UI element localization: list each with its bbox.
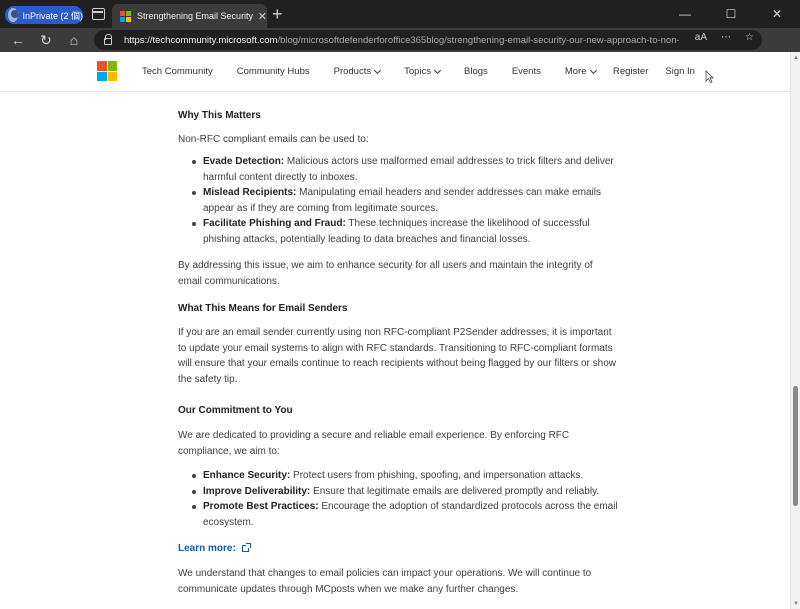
sign-in-link[interactable]: Sign In [665, 66, 695, 77]
site-nav: Tech Community Community Hubs Products T… [142, 66, 620, 77]
list-commitment: Enhance Security: Protect users from phi… [192, 468, 622, 530]
account-links: Register Sign In [613, 66, 712, 77]
nav-events[interactable]: Events [512, 66, 541, 77]
list-item: Mislead Recipients: Manipulating email h… [192, 185, 622, 216]
close-window-button[interactable]: ✕ [754, 0, 800, 28]
inprivate-profile-button[interactable]: InPrivate (2 個) [5, 6, 83, 24]
new-tab-button[interactable]: + [272, 4, 283, 24]
section-heading-commitment: Our Commitment to You [178, 405, 293, 416]
tab-actions-icon[interactable] [92, 8, 105, 20]
mouse-cursor-icon [705, 70, 714, 83]
page-scrollbar[interactable]: ▲ ▼ [790, 52, 800, 609]
address-toolbar: ← ↻ ⌂ https://techcommunity.microsoft.co… [0, 28, 800, 52]
address-bar-actions: aA ⋯ ☆ [695, 32, 754, 43]
learn-more-link[interactable]: Learn more: [178, 541, 251, 557]
nav-more[interactable]: More [565, 66, 597, 77]
url-text[interactable]: https://techcommunity.microsoft.com/blog… [124, 35, 679, 46]
microsoft-favicon-icon [120, 10, 131, 22]
refresh-icon[interactable]: ↻ [36, 31, 56, 49]
list-item: Improve Deliverability: Ensure that legi… [192, 484, 622, 500]
web-page: Tech Community Community Hubs Products T… [0, 52, 790, 609]
browser-tab-bar: InPrivate (2 個) Strengthening Email Secu… [0, 0, 800, 28]
home-icon[interactable]: ⌂ [64, 31, 84, 49]
paragraph-senders: If you are an email sender currently usi… [178, 327, 617, 385]
browser-tab-active[interactable]: Strengthening Email Security: Ou ✕ [112, 4, 267, 28]
list-item: Facilitate Phishing and Fraud: These tec… [192, 216, 622, 247]
tab-title: Strengthening Email Security: Ou [137, 11, 253, 21]
list-item: Promote Best Practices: Encourage the ad… [192, 499, 622, 530]
lock-icon [104, 34, 112, 45]
chevron-down-icon [434, 66, 442, 74]
read-aloud-icon[interactable]: aA [695, 32, 707, 43]
section-heading-senders: What This Means for Email Senders [178, 303, 348, 314]
profile-label: InPrivate (2 個) [22, 10, 83, 21]
maximize-button[interactable]: ☐ [708, 0, 754, 28]
microsoft-logo-icon[interactable] [97, 61, 117, 81]
profile-avatar-icon [8, 8, 19, 22]
paragraph-closing: We understand that changes to email poli… [178, 568, 592, 595]
nav-tech-community[interactable]: Tech Community [142, 66, 213, 77]
scroll-up-arrow-icon[interactable]: ▲ [793, 55, 799, 61]
section-heading-why: Why This Matters [178, 110, 261, 121]
nav-products[interactable]: Products [334, 66, 382, 77]
scrollbar-thumb[interactable] [793, 386, 798, 506]
window-controls: — ☐ ✕ [662, 0, 800, 28]
nav-community-hubs[interactable]: Community Hubs [237, 66, 310, 77]
site-header: Tech Community Community Hubs Products T… [0, 52, 790, 92]
minimize-button[interactable]: — [662, 0, 708, 28]
back-arrow-icon[interactable]: ← [8, 31, 28, 49]
scroll-down-arrow-icon[interactable]: ▼ [793, 601, 799, 607]
more-tools-icon[interactable]: ⋯ [721, 32, 731, 43]
paragraph-addressing: By addressing this issue, we aim to enha… [178, 260, 593, 287]
paragraph-why-intro: Non-RFC compliant emails can be used to: [178, 134, 369, 145]
address-bar[interactable]: https://techcommunity.microsoft.com/blog… [94, 30, 762, 50]
paragraph-commitment-intro: We are dedicated to providing a secure a… [178, 430, 570, 457]
tab-close-icon[interactable]: ✕ [258, 10, 267, 23]
external-link-icon [241, 543, 251, 553]
register-link[interactable]: Register [613, 66, 648, 77]
list-item: Evade Detection: Malicious actors use ma… [192, 154, 622, 185]
chevron-down-icon [374, 66, 382, 74]
nav-topics[interactable]: Topics [404, 66, 442, 77]
nav-blogs[interactable]: Blogs [464, 66, 488, 77]
list-why: Evade Detection: Malicious actors use ma… [192, 154, 622, 247]
chevron-down-icon [589, 66, 597, 74]
favorite-star-icon[interactable]: ☆ [745, 32, 754, 43]
list-item: Enhance Security: Protect users from phi… [192, 468, 622, 484]
